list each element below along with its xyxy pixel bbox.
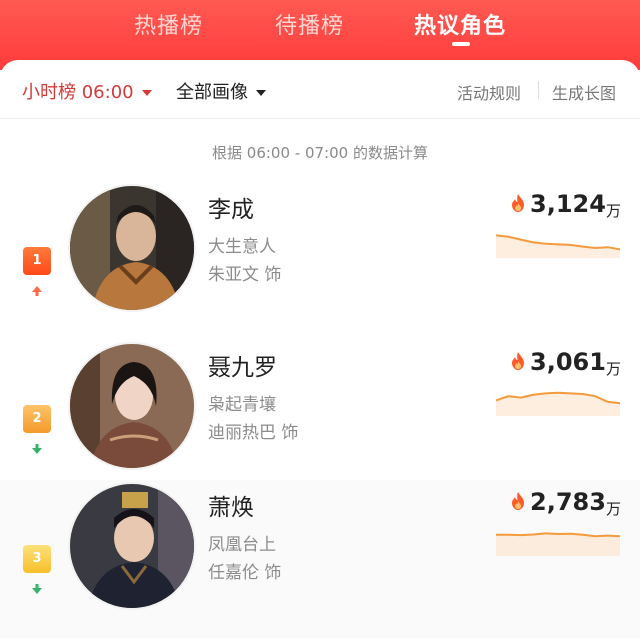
tab-upcoming[interactable]: 待播榜 — [275, 8, 344, 40]
character-name: 李成 — [208, 197, 254, 223]
avatar[interactable] — [68, 184, 196, 312]
tab-bar: 热播榜 待播榜 热议角色 — [0, 0, 640, 60]
flame-icon — [512, 352, 524, 370]
rank-badge: 2 — [23, 405, 51, 433]
portrait-image — [70, 484, 194, 608]
actor-name: 迪丽热巴 饰 — [208, 423, 299, 443]
drama-title: 大生意人 — [208, 237, 276, 257]
tab-hot-characters[interactable]: 热议角色 — [414, 8, 506, 40]
caret-down-icon — [256, 90, 266, 96]
rank-badge: 3 — [23, 545, 51, 573]
heat-sparkline — [496, 391, 620, 416]
flame-icon — [512, 194, 524, 212]
tab-hot-dramas[interactable]: 热播榜 — [134, 8, 203, 40]
rank-badge: 1 — [23, 247, 51, 275]
arrow-up-icon — [32, 286, 42, 296]
divider — [538, 81, 539, 99]
portrait-image — [70, 186, 194, 310]
genre-filter-dropdown[interactable]: 全部画像 — [176, 78, 266, 104]
rules-link[interactable]: 活动规则 — [457, 80, 521, 104]
active-tab-indicator — [452, 42, 470, 46]
generate-poster-link[interactable]: 生成长图 — [552, 80, 616, 104]
flame-icon — [512, 492, 524, 510]
caret-down-icon — [141, 90, 152, 96]
ranking-row[interactable]: 3 萧焕 凤凰台上 任嘉伦 饰 2,783 万 — [0, 480, 640, 638]
filter-bar: 小时榜 06:00 全部画像 活动规则 生成长图 — [0, 60, 640, 119]
actor-name: 任嘉伦 饰 — [208, 563, 282, 583]
heat-sparkline — [496, 234, 620, 258]
avatar[interactable] — [68, 342, 196, 470]
arrow-down-icon — [32, 584, 42, 594]
drama-title: 凤凰台上 — [208, 535, 276, 555]
heat-unit: 万 — [606, 360, 622, 378]
portrait-image — [70, 344, 194, 468]
heat-value: 2,783 — [530, 488, 606, 516]
character-name: 聂九罗 — [208, 355, 277, 381]
drama-title: 枭起青壤 — [208, 395, 276, 415]
heat-unit: 万 — [606, 500, 622, 518]
heat-sparkline — [496, 532, 620, 556]
avatar[interactable] — [68, 482, 196, 610]
arrow-down-icon — [32, 444, 42, 454]
ranking-card: 小时榜 06:00 全部画像 活动规则 生成长图 根据 06:00 - 07:0… — [0, 60, 640, 640]
ranking-row[interactable]: 1 李成 大生意人 朱亚文 饰 3,124 万 — [0, 182, 640, 340]
time-filter-label: 小时榜 06:00 — [22, 82, 134, 103]
data-basis-text: 根据 06:00 - 07:00 的数据计算 — [212, 144, 428, 162]
ranking-row[interactable]: 2 聂九罗 枭起青壤 迪丽热巴 饰 3,061 万 — [0, 340, 640, 498]
heat-value: 3,061 — [530, 348, 606, 376]
genre-filter-label: 全部画像 — [176, 82, 248, 103]
heat-value: 3,124 — [530, 190, 606, 218]
time-filter-dropdown[interactable]: 小时榜 06:00 — [22, 78, 152, 104]
actor-name: 朱亚文 饰 — [208, 265, 282, 285]
heat-unit: 万 — [606, 202, 622, 220]
character-name: 萧焕 — [208, 495, 254, 521]
